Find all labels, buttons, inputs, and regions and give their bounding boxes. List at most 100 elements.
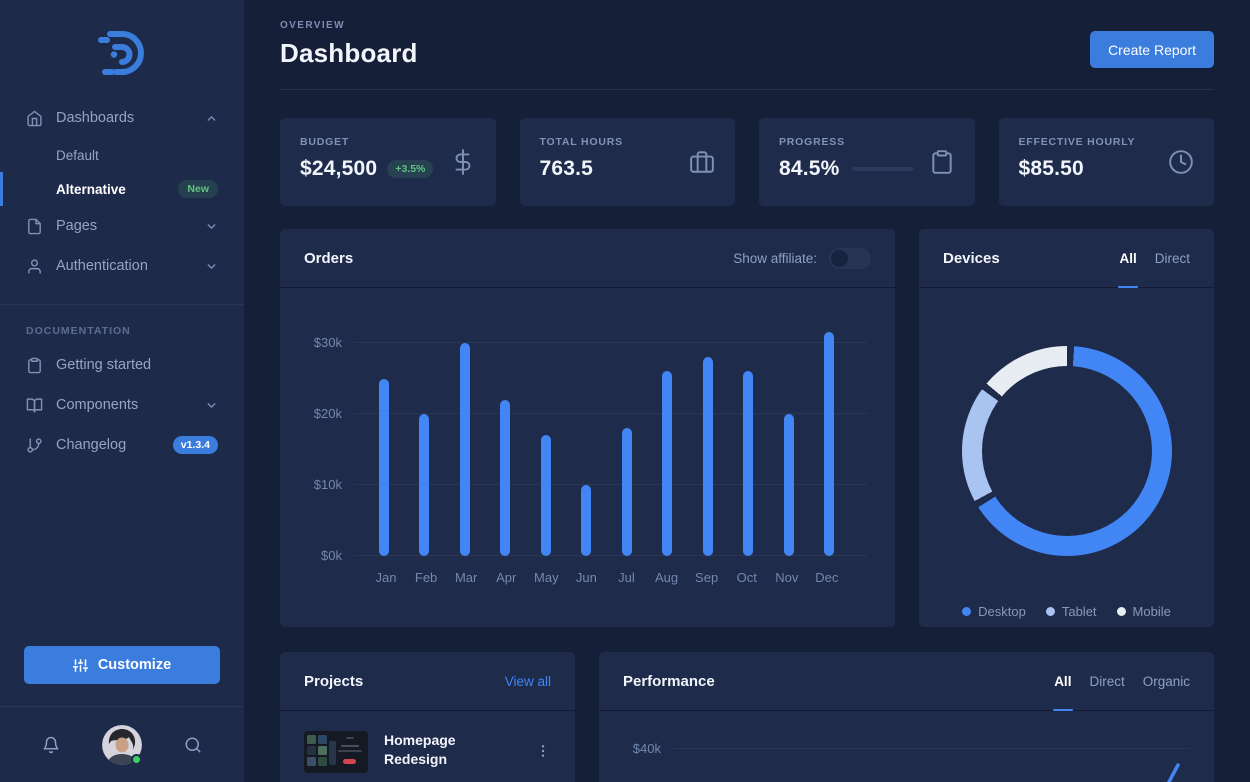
devices-donut-chart[interactable] bbox=[962, 346, 1172, 556]
stat-label: EFFECTIVE HOURLY bbox=[1019, 136, 1136, 148]
bar-jun[interactable] bbox=[581, 485, 591, 556]
projects-list: Homepage Redesign bbox=[280, 711, 575, 782]
performance-tabs: All Direct Organic bbox=[1054, 652, 1190, 710]
sidebar-item-authentication[interactable]: Authentication bbox=[0, 246, 244, 286]
breadcrumb: OVERVIEW bbox=[280, 20, 418, 31]
x-axis-label-jun: Jun bbox=[572, 570, 600, 585]
tab-all[interactable]: All bbox=[1054, 652, 1071, 710]
bar-oct[interactable] bbox=[743, 371, 753, 556]
avatar[interactable] bbox=[102, 725, 142, 765]
show-affiliate-toggle[interactable] bbox=[829, 248, 871, 269]
sidebar: Dashboards Default Alternative New Pages… bbox=[0, 0, 244, 782]
tab-organic[interactable]: Organic bbox=[1143, 652, 1190, 710]
bar-may[interactable] bbox=[541, 435, 551, 556]
y-axis-tick-label: $10k bbox=[296, 477, 342, 492]
chevron-down-icon bbox=[205, 399, 218, 412]
create-report-button[interactable]: Create Report bbox=[1090, 31, 1214, 68]
chart-bars bbox=[372, 318, 841, 556]
stat-value-row: 763.5 bbox=[540, 157, 623, 181]
card-title: Performance bbox=[623, 673, 715, 690]
bar-nov[interactable] bbox=[784, 414, 794, 556]
performance-card: Performance All Direct Organic $40k bbox=[599, 652, 1214, 782]
sidebar-subitem-label: Default bbox=[56, 148, 99, 163]
bar-dec[interactable] bbox=[824, 332, 834, 556]
stat-value-row: $24,500 +3.5% bbox=[300, 157, 433, 181]
stat-trend-badge: +3.5% bbox=[387, 160, 433, 178]
sidebar-subitem-alternative[interactable]: Alternative New bbox=[0, 172, 244, 206]
bottom-row: Projects View all bbox=[280, 652, 1214, 782]
legend-label: Desktop bbox=[978, 604, 1026, 619]
legend-item-mobile[interactable]: Mobile bbox=[1117, 604, 1171, 619]
legend-item-desktop[interactable]: Desktop bbox=[962, 604, 1026, 619]
project-list-item[interactable]: Homepage Redesign bbox=[304, 731, 551, 773]
bar-jul[interactable] bbox=[622, 428, 632, 556]
bar-aug[interactable] bbox=[662, 371, 672, 556]
stat-label: PROGRESS bbox=[779, 136, 914, 148]
online-status-dot bbox=[131, 754, 142, 765]
x-axis-label-feb: Feb bbox=[412, 570, 440, 585]
clipboard-icon bbox=[26, 357, 43, 374]
logo[interactable] bbox=[0, 0, 244, 98]
stat-card-budget: BUDGET $24,500 +3.5% bbox=[280, 118, 496, 206]
sidebar-item-dashboards[interactable]: Dashboards bbox=[0, 98, 244, 138]
sidebar-footer bbox=[0, 706, 244, 782]
sidebar-item-label: Pages bbox=[56, 218, 97, 234]
x-axis-label-jan: Jan bbox=[372, 570, 400, 585]
header-divider bbox=[280, 89, 1214, 90]
clipboard-icon bbox=[929, 149, 955, 175]
chevron-down-icon bbox=[205, 260, 218, 273]
x-axis-label-mar: Mar bbox=[452, 570, 480, 585]
bar-sep[interactable] bbox=[703, 357, 713, 556]
x-axis-label-sep: Sep bbox=[693, 570, 721, 585]
gridline bbox=[673, 748, 1190, 749]
tab-direct[interactable]: Direct bbox=[1089, 652, 1124, 710]
bar-slot bbox=[372, 318, 396, 556]
legend-dot bbox=[1046, 607, 1055, 616]
tab-all[interactable]: All bbox=[1119, 229, 1136, 287]
sidebar-item-pages[interactable]: Pages bbox=[0, 206, 244, 246]
sidebar-item-changelog[interactable]: Changelog v1.3.4 bbox=[0, 425, 244, 465]
orders-card: Orders Show affiliate: $0k$10k$20k$30k J… bbox=[280, 229, 895, 627]
page-header: OVERVIEW Dashboard Create Report bbox=[280, 0, 1214, 69]
sidebar-subitem-default[interactable]: Default bbox=[0, 138, 244, 172]
book-icon bbox=[26, 397, 43, 414]
charts-row: Orders Show affiliate: $0k$10k$20k$30k J… bbox=[280, 229, 1214, 627]
search-icon[interactable] bbox=[184, 736, 202, 754]
logo-icon bbox=[95, 24, 149, 78]
bar-feb[interactable] bbox=[419, 414, 429, 556]
sidebar-section-documentation: DOCUMENTATION bbox=[0, 304, 244, 345]
bar-mar[interactable] bbox=[460, 343, 470, 556]
view-all-link[interactable]: View all bbox=[505, 674, 551, 689]
chevron-up-icon bbox=[205, 112, 218, 125]
card-title: Projects bbox=[304, 673, 363, 690]
stat-value-row: $85.50 bbox=[1019, 157, 1136, 181]
clock-icon bbox=[1168, 149, 1194, 175]
tab-direct[interactable]: Direct bbox=[1155, 229, 1190, 287]
stat-label: BUDGET bbox=[300, 136, 433, 148]
bar-slot bbox=[736, 318, 760, 556]
dashboard-app: Dashboards Default Alternative New Pages… bbox=[0, 0, 1250, 782]
orders-card-header: Orders Show affiliate: bbox=[280, 229, 895, 288]
card-title: Orders bbox=[304, 250, 353, 267]
show-affiliate-control: Show affiliate: bbox=[733, 248, 871, 269]
sidebar-item-getting-started[interactable]: Getting started bbox=[0, 345, 244, 385]
sidebar-item-components[interactable]: Components bbox=[0, 385, 244, 425]
bar-jan[interactable] bbox=[379, 379, 389, 557]
devices-card-header: Devices AllDirect bbox=[919, 229, 1214, 288]
bar-slot bbox=[453, 318, 477, 556]
legend-item-tablet[interactable]: Tablet bbox=[1046, 604, 1097, 619]
kebab-menu-icon[interactable] bbox=[535, 743, 551, 759]
bar-slot bbox=[574, 318, 598, 556]
bar-slot bbox=[655, 318, 679, 556]
bar-apr[interactable] bbox=[500, 400, 510, 556]
stat-label: TOTAL HOURS bbox=[540, 136, 623, 148]
y-axis-tick-label: $40k bbox=[615, 741, 661, 756]
version-badge: v1.3.4 bbox=[173, 436, 218, 454]
bell-icon[interactable] bbox=[42, 736, 60, 754]
page-title: Dashboard bbox=[280, 38, 418, 69]
customize-button[interactable]: Customize bbox=[24, 646, 220, 684]
orders-bar-chart: $0k$10k$20k$30k JanFebMarAprMayJunJulAug… bbox=[296, 318, 871, 618]
stat-card-effective-hourly: EFFECTIVE HOURLY $85.50 bbox=[999, 118, 1215, 206]
sidebar-item-label: Authentication bbox=[56, 258, 148, 274]
customize-area: Customize bbox=[0, 646, 244, 706]
